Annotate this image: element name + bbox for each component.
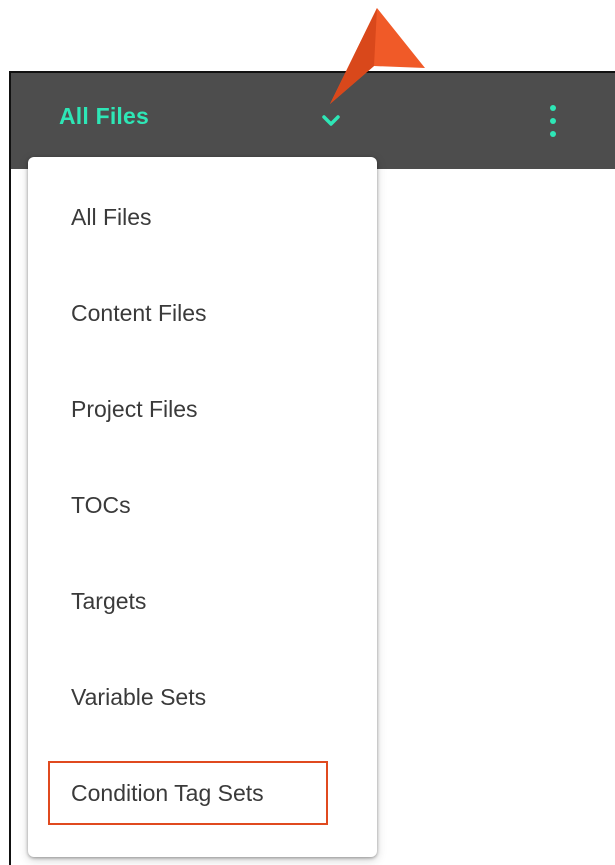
- menu-item-content-files[interactable]: Content Files: [28, 284, 377, 344]
- chevron-down-icon[interactable]: [315, 105, 347, 137]
- menu-item-label: Content Files: [71, 300, 207, 326]
- file-filter-dropdown-menu: All Files Content Files Project Files TO…: [28, 157, 377, 857]
- menu-item-project-files[interactable]: Project Files: [28, 380, 377, 440]
- menu-item-label: Targets: [71, 588, 147, 614]
- kebab-menu-icon[interactable]: [541, 101, 565, 141]
- menu-item-variable-sets[interactable]: Variable Sets: [28, 668, 377, 728]
- menu-item-label: Variable Sets: [71, 684, 207, 710]
- menu-item-all-files[interactable]: All Files: [28, 188, 377, 248]
- menu-item-label: TOCs: [71, 492, 131, 518]
- menu-item-tocs[interactable]: TOCs: [28, 476, 377, 536]
- panel-header: All Files: [11, 73, 615, 169]
- menu-item-label: Project Files: [71, 396, 198, 422]
- highlight-box: [48, 761, 328, 825]
- file-filter-title[interactable]: All Files: [59, 103, 149, 130]
- menu-item-label: All Files: [71, 204, 152, 230]
- menu-item-targets[interactable]: Targets: [28, 572, 377, 632]
